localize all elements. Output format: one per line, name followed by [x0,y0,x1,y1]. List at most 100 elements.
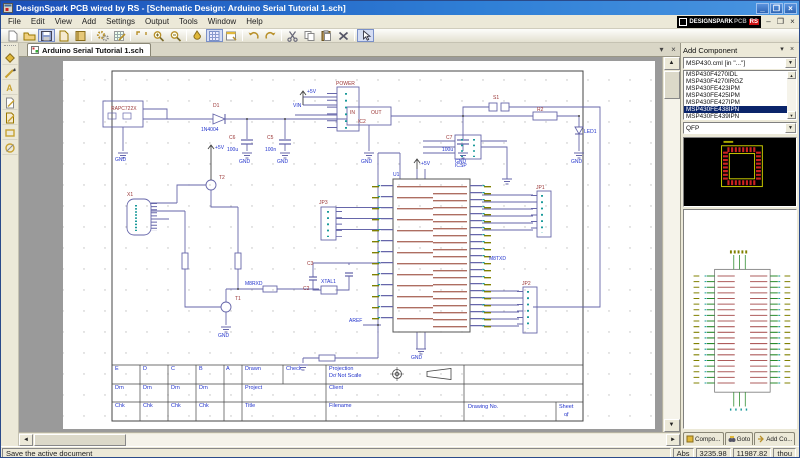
list-item[interactable]: MSP430FE423IPM [684,85,787,92]
tab-goto[interactable]: Goto [725,432,754,445]
paste-button[interactable] [318,29,335,42]
list-item[interactable]: MSP430FE427IPM [684,99,787,106]
tabbar-close-button[interactable]: × [668,45,679,56]
list-scroll-up-icon[interactable]: ▲ [787,71,796,79]
hscroll-track[interactable] [126,434,666,446]
schematic-label: OUT [371,110,382,116]
list-scrollbar[interactable]: ▲ ▼ [787,71,796,119]
designspark-logo-icon [679,18,687,26]
menu-window[interactable]: Window [203,17,241,26]
add-schematic-doc-tool[interactable] [2,95,18,110]
schematic-label: 100u [442,147,453,153]
color-fill-button[interactable] [189,29,206,42]
library-dropdown-icon[interactable]: ▼ [785,58,796,68]
status-message: Save the active document [2,448,671,458]
menu-settings[interactable]: Settings [101,17,140,26]
schematic-canvas[interactable]: RAPC722XD11N4004VINC6100uC5100nINOUTIC2C… [19,57,662,432]
design-browser-button[interactable] [223,29,240,42]
grid-toggle-button[interactable] [206,29,223,42]
document-tab-bar: Arduino Serial Tutorial 1.sch ▾ × [19,43,680,57]
horizontal-scrollbar[interactable]: ◄ ► [19,432,680,446]
library-combobox[interactable]: MSP430.cml [in "..."] ▼ [683,57,797,69]
schematic-label: Drn [199,385,208,391]
open-button[interactable] [21,29,38,42]
schematic-label: Drawing No. [468,404,499,410]
close-button[interactable]: × [784,3,797,14]
add-sheet-doc-tool[interactable] [2,110,18,125]
scroll-down-button[interactable]: ▼ [664,419,680,432]
list-item-selected[interactable]: MSP430FE438IPN [684,106,787,113]
zoom-in-button[interactable] [150,29,167,42]
minimize-button[interactable]: _ [756,3,769,14]
new-button[interactable] [4,29,21,42]
canvas-column: Arduino Serial Tutorial 1.sch ▾ × [19,43,680,446]
select-cursor-button[interactable] [357,29,374,42]
redo-button[interactable] [262,29,279,42]
add-text-tool[interactable]: A [2,80,18,95]
list-item[interactable]: MSP430F4270IRGZ [684,78,787,85]
tabbar-menu-button[interactable]: ▾ [656,45,667,56]
menu-edit[interactable]: Edit [26,17,50,26]
vscroll-thumb[interactable] [664,71,680,99]
document-tab-label: Arduino Serial Tutorial 1.sch [42,46,144,55]
library-book-button[interactable] [72,29,89,42]
undo-button[interactable] [245,29,262,42]
add-component-tool[interactable] [2,50,18,65]
menu-view[interactable]: View [50,17,77,26]
package-dropdown-icon[interactable]: ▼ [785,123,796,133]
menu-add[interactable]: Add [77,17,101,26]
zoom-extents-button[interactable] [133,29,150,42]
list-item[interactable]: MSP430FE439IPN [684,113,787,119]
scroll-right-button[interactable]: ► [666,434,680,446]
schematic-label: B [199,366,203,372]
list-scroll-track[interactable] [787,79,796,111]
copy-button[interactable] [301,29,318,42]
scroll-left-button[interactable]: ◄ [19,434,33,446]
package-combobox[interactable]: QFP ▼ [683,122,797,134]
grid-settings-button[interactable] [111,29,128,42]
status-coord-y: 11987.82 [733,448,772,458]
toolbar-separator [281,30,282,41]
add-wire-tool[interactable] [2,65,18,80]
panel-pin-button[interactable]: ▾ [777,45,787,55]
add-ellipse-tool[interactable] [2,140,18,155]
left-toolbox: A [1,43,19,446]
mdi-close-button[interactable]: × [787,17,798,27]
page-button[interactable] [55,29,72,42]
menu-tools[interactable]: Tools [174,17,203,26]
schematic-label: C5 [267,135,274,141]
tab-add-component[interactable]: Add Co... [754,432,795,445]
schematic-label: Sheet [559,404,574,410]
schematic-label: U1 [393,172,400,178]
panel-close-button[interactable]: × [787,45,797,55]
canvas-wrap: RAPC722XD11N4004VINC6100uC5100nINOUTIC2C… [19,57,680,432]
cut-button[interactable] [284,29,301,42]
list-item[interactable]: MSP430F4270IDL [684,71,787,78]
toolbar-separator [186,30,187,41]
save-button[interactable] [38,29,55,42]
document-tab[interactable]: Arduino Serial Tutorial 1.sch [27,43,151,56]
list-scroll-down-icon[interactable]: ▼ [787,111,796,119]
list-item[interactable]: MSP430FE425IPM [684,92,787,99]
hscroll-thumb[interactable] [34,434,126,446]
add-rectangle-tool[interactable] [2,125,18,140]
zoom-out-button[interactable] [167,29,184,42]
mdi-restore-button[interactable]: ❐ [775,17,786,27]
panel-title-bar: Add Component ▾ × [683,44,797,56]
delete-button[interactable] [335,29,352,42]
mdi-minimize-button[interactable]: – [763,17,774,27]
tab-component-bin[interactable]: Compo... [683,432,724,445]
menu-help[interactable]: Help [241,17,267,26]
vscroll-track[interactable] [664,99,680,419]
restore-button[interactable]: ❐ [770,3,783,14]
schematic-label: Chk [199,403,209,409]
vertical-scrollbar[interactable]: ▲ ▼ [662,57,680,432]
settings-gears-button[interactable] [94,29,111,42]
menu-file[interactable]: File [3,17,26,26]
library-combobox-value: MSP430.cml [in "..."] [684,60,785,67]
scroll-up-button[interactable]: ▲ [664,57,680,70]
schematic-label: A [226,366,230,372]
menu-output[interactable]: Output [140,17,174,26]
status-coord-x: 3235.98 [696,448,731,458]
panel-tab-bar: Compo... Goto Add Co... [683,431,797,445]
